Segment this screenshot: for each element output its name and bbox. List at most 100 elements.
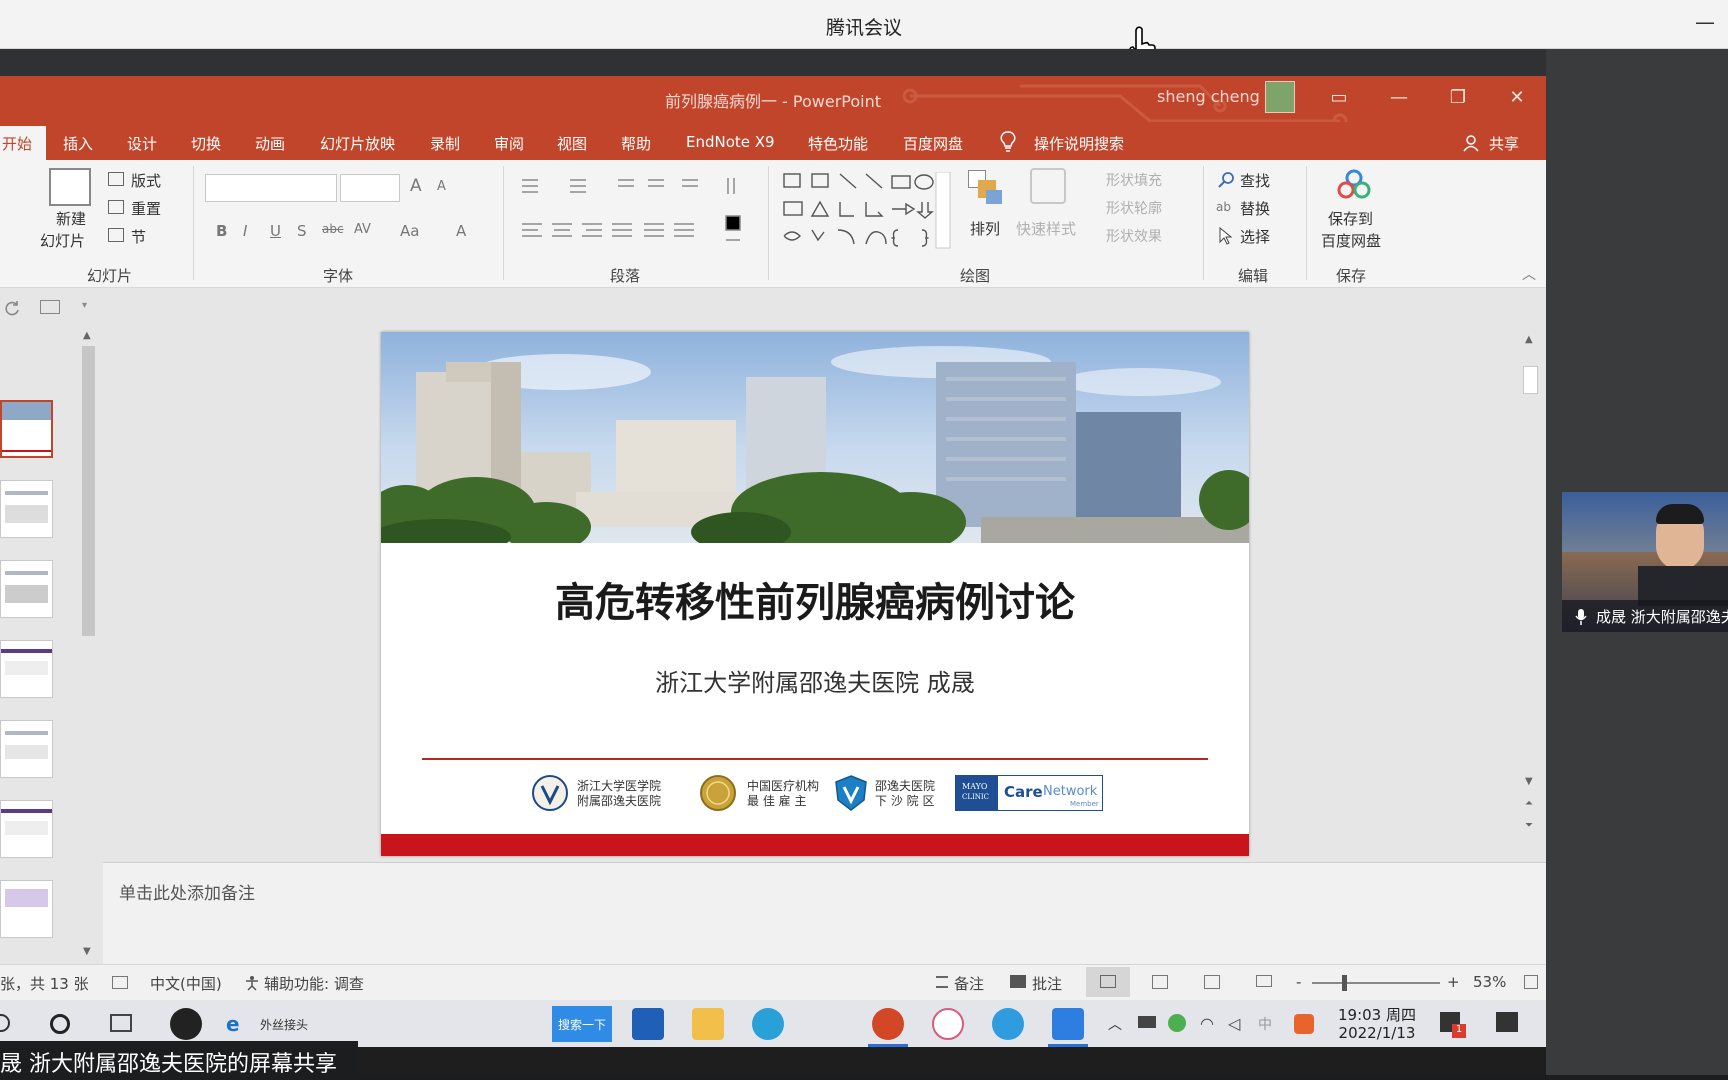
tab-review[interactable]: 审阅: [494, 133, 524, 154]
tab-help[interactable]: 帮助: [621, 133, 651, 154]
tab-insert[interactable]: 插入: [63, 133, 93, 154]
scroll-down-icon[interactable]: ▼: [83, 946, 91, 957]
search-button[interactable]: 搜索一下: [552, 1006, 612, 1042]
user-avatar[interactable]: [1265, 81, 1295, 113]
task-view-icon[interactable]: [110, 1014, 132, 1032]
strikethrough-button[interactable]: abc: [322, 222, 344, 236]
slide-thumbnail[interactable]: [0, 480, 53, 538]
font-size-input[interactable]: [340, 174, 400, 202]
slide-title[interactable]: 高危转移性前列腺癌病例讨论: [381, 570, 1249, 628]
ime-icon[interactable]: 中: [1258, 1014, 1272, 1034]
slide-sorter-icon[interactable]: [1152, 975, 1168, 989]
baidu-disk-label[interactable]: 百度网盘: [1321, 230, 1381, 251]
ppt-minimize-button[interactable]: —: [1385, 84, 1413, 112]
scrollbar-thumb[interactable]: [82, 346, 95, 636]
edge-icon[interactable]: [752, 1008, 784, 1040]
change-case-button[interactable]: Aa: [400, 222, 419, 240]
slide-thumbnail[interactable]: [0, 880, 53, 938]
zoom-in-button[interactable]: +: [1447, 973, 1460, 991]
new-slide-label-2[interactable]: 幻灯片: [40, 230, 85, 251]
tab-design[interactable]: 设计: [127, 133, 157, 154]
bold-button[interactable]: B: [216, 222, 227, 240]
tab-transitions[interactable]: 切换: [191, 133, 221, 154]
slide-scrollbar[interactable]: ▲ ▼ ⏶ ⏷: [1520, 326, 1540, 862]
thumbnail-scrollbar[interactable]: ▲ ▼: [80, 326, 97, 964]
comments-button[interactable]: 批注: [1032, 973, 1062, 994]
notes-toggle-button[interactable]: 备注: [954, 973, 984, 994]
shape-fill-button[interactable]: 形状填充: [1106, 170, 1162, 190]
new-slide-label[interactable]: 新建: [56, 208, 86, 229]
scroll-up-icon[interactable]: ▲: [83, 330, 91, 341]
slide-canvas[interactable]: 高危转移性前列腺癌病例讨论 浙江大学附属邵逸夫医院 成晟 浙江大学医学院 附属邵…: [381, 332, 1249, 856]
previous-slide-icon[interactable]: ⏶: [1525, 798, 1533, 809]
tencent-meeting-icon[interactable]: [992, 1008, 1024, 1040]
tray-chevron-icon[interactable]: ︿: [1108, 1014, 1122, 1034]
tab-animations[interactable]: 动画: [255, 133, 285, 154]
char-spacing-button[interactable]: AV: [354, 222, 371, 237]
arrange-button[interactable]: 排列: [970, 218, 1000, 239]
cortana-icon[interactable]: [50, 1014, 70, 1034]
select-button[interactable]: 选择: [1240, 226, 1270, 247]
reading-view-icon[interactable]: [1204, 975, 1220, 989]
snip-tool-icon[interactable]: [932, 1008, 964, 1040]
tab-special[interactable]: 特色功能: [808, 133, 868, 154]
tab-slideshow[interactable]: 幻灯片放映: [320, 133, 395, 154]
meeting-minimize-button[interactable]: —: [1692, 10, 1718, 36]
share-button[interactable]: 共享: [1489, 133, 1519, 154]
layout-button[interactable]: 版式: [131, 170, 161, 191]
tab-record[interactable]: 录制: [430, 133, 460, 154]
wifi-icon[interactable]: ◠: [1200, 1014, 1214, 1033]
system-clock[interactable]: 19:03 周四 2022/1/13: [1338, 1006, 1416, 1042]
shape-effect-button[interactable]: 形状效果: [1106, 226, 1162, 246]
shapes-gallery-icon[interactable]: [782, 172, 952, 254]
tab-endnote[interactable]: EndNote X9: [686, 133, 775, 151]
participant-video[interactable]: 成晟 浙大附属邵逸夫医院: [1562, 492, 1728, 632]
scrollbar-thumb[interactable]: [1523, 366, 1538, 394]
slideshow-icon[interactable]: [1256, 975, 1272, 987]
slide-thumbnail[interactable]: [0, 400, 53, 458]
scroll-up-icon[interactable]: ▲: [1525, 334, 1533, 345]
find-button[interactable]: 查找: [1240, 170, 1270, 191]
pinwheel-app-icon[interactable]: [170, 1008, 202, 1040]
font-color-button[interactable]: A: [456, 222, 466, 240]
word-icon[interactable]: [632, 1008, 664, 1040]
shrink-font-icon[interactable]: A: [437, 179, 446, 194]
italic-button[interactable]: I: [243, 222, 247, 240]
sogou-icon[interactable]: [1294, 1014, 1314, 1034]
slide-thumbnail[interactable]: [0, 800, 53, 858]
notes-edit-icon[interactable]: [112, 976, 128, 989]
slide-thumbnail[interactable]: [0, 560, 53, 618]
section-button[interactable]: 节: [131, 226, 146, 247]
reset-button[interactable]: 重置: [131, 198, 161, 219]
360-icon[interactable]: [1168, 1014, 1186, 1032]
zoom-slider[interactable]: [1312, 975, 1440, 991]
normal-view-button[interactable]: [1086, 967, 1130, 997]
tell-me-search[interactable]: 操作说明搜索: [1034, 133, 1124, 154]
file-explorer-icon[interactable]: [692, 1008, 724, 1040]
action-center-icon[interactable]: [1496, 1012, 1518, 1032]
ppt-close-button[interactable]: ✕: [1503, 84, 1531, 112]
fit-to-window-icon[interactable]: [1524, 975, 1538, 989]
grow-font-icon[interactable]: A: [410, 176, 422, 196]
shape-outline-button[interactable]: 形状轮廓: [1106, 198, 1162, 218]
language-indicator[interactable]: 中文(中国): [150, 973, 222, 994]
slide-thumbnail[interactable]: [0, 720, 53, 778]
refresh-icon[interactable]: [4, 300, 20, 316]
next-slide-icon[interactable]: ⏷: [1525, 820, 1533, 831]
save-to-label[interactable]: 保存到: [1328, 208, 1373, 229]
slide-subtitle[interactable]: 浙江大学附属邵逸夫医院 成晟: [381, 663, 1249, 698]
ie-label[interactable]: 外丝接头: [260, 1016, 308, 1033]
powerpoint-icon[interactable]: [872, 1008, 904, 1040]
ie-icon[interactable]: e: [226, 1012, 240, 1036]
font-name-input[interactable]: [205, 174, 337, 202]
tab-baidu[interactable]: 百度网盘: [903, 133, 963, 154]
zoom-level[interactable]: 53%: [1473, 973, 1506, 991]
present-icon[interactable]: [40, 300, 60, 314]
shadow-button[interactable]: S: [297, 222, 307, 240]
photos-app-icon[interactable]: [1052, 1008, 1084, 1040]
battery-icon[interactable]: [1138, 1016, 1156, 1028]
collapse-ribbon-icon[interactable]: ︿: [1522, 264, 1536, 284]
underline-button[interactable]: U: [270, 222, 281, 240]
tab-home[interactable]: 开始: [0, 126, 46, 160]
tab-view[interactable]: 视图: [557, 133, 587, 154]
